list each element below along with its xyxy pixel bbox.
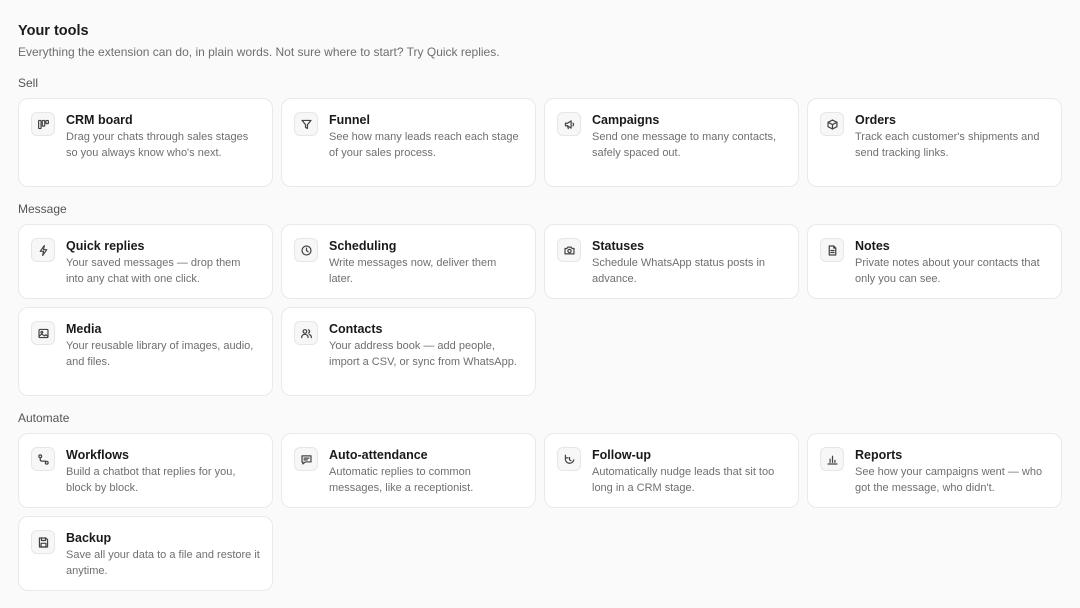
tool-card-campaigns[interactable]: Campaigns Send one message to many conta… [544,98,799,187]
tool-card-title: Campaigns [592,113,660,127]
tool-card-title: Follow-up [592,448,652,462]
tool-card-orders[interactable]: Orders Track each customer's shipments a… [807,98,1062,187]
tool-card-title: Notes [855,239,890,253]
kanban-icon [31,112,55,136]
tools-page: Your tools Everything the extension can … [0,0,1080,591]
lightning-icon [31,238,55,262]
tool-card-description: Build a chatbot that replies for you, bl… [66,466,236,494]
tool-card-description: Automatic replies to common messages, li… [329,466,474,494]
tool-card-title: Quick replies [66,239,145,253]
page-subtitle: Everything the extension can do, in plai… [18,45,500,59]
tool-card-scheduling[interactable]: Scheduling Write messages now, deliver t… [281,224,536,299]
tool-card-title: Contacts [329,322,383,336]
tool-card-description: Automatically nudge leads that sit too l… [592,466,775,494]
page-title: Your tools [18,23,89,39]
tool-card-title: CRM board [66,113,133,127]
message-grid: Quick replies Your saved messages — drop… [18,224,1062,396]
tool-card-description: Drag your chats through sales stages so … [66,131,249,159]
tool-card-description: Save all your data to a file and restore… [66,549,260,577]
tool-card-title: Funnel [329,113,370,127]
tool-card-description: Your reusable library of images, audio, … [66,340,254,368]
tool-card-description: See how many leads reach each stage of y… [329,131,519,159]
tool-card-funnel[interactable]: Funnel See how many leads reach each sta… [281,98,536,187]
tool-card-description: Track each customer's shipments and send… [855,131,1040,159]
section-label-sell: Sell [18,76,39,90]
funnel-icon [294,112,318,136]
sell-grid: CRM board Drag your chats through sales … [18,98,1062,187]
package-icon [820,112,844,136]
megaphone-icon [557,112,581,136]
tool-card-title: Media [66,322,102,336]
tool-card-backup[interactable]: Backup Save all your data to a file and … [18,516,273,591]
camera-icon [557,238,581,262]
tool-card-description: Write messages now, deliver them later. [329,257,497,285]
tool-card-workflows[interactable]: Workflows Build a chatbot that replies f… [18,433,273,508]
automate-grid: Workflows Build a chatbot that replies f… [18,433,1062,591]
tool-card-notes[interactable]: Notes Private notes about your contacts … [807,224,1062,299]
clock-icon [294,238,318,262]
tool-card-title: Auto-attendance [329,448,428,462]
tool-card-description: Send one message to many contacts, safel… [592,131,777,159]
chat-icon [294,447,318,471]
tool-card-contacts[interactable]: Contacts Your address book — add people,… [281,307,536,396]
tool-card-title: Reports [855,448,903,462]
image-icon [31,321,55,345]
tool-card-description: See how your campaigns went — who got th… [855,466,1043,494]
section-label-automate: Automate [18,411,70,425]
tool-card-description: Private notes about your contacts that o… [855,257,1040,285]
tool-card-title: Backup [66,531,112,545]
tool-card-title: Scheduling [329,239,397,253]
clock-rotate-icon [557,447,581,471]
tool-card-description: Your saved messages — drop them into any… [66,257,241,285]
tool-card-title: Workflows [66,448,129,462]
section-label-message: Message [18,202,67,216]
workflow-icon [31,447,55,471]
tool-card-crm-board[interactable]: CRM board Drag your chats through sales … [18,98,273,187]
tool-card-auto-attendance[interactable]: Auto-attendance Automatic replies to com… [281,433,536,508]
tool-card-follow-up[interactable]: Follow-up Automatically nudge leads that… [544,433,799,508]
tool-card-quick-replies[interactable]: Quick replies Your saved messages — drop… [18,224,273,299]
tool-card-reports[interactable]: Reports See how your campaigns went — wh… [807,433,1062,508]
tool-card-title: Statuses [592,239,645,253]
tool-card-description: Your address book — add people, import a… [329,340,517,368]
save-icon [31,530,55,554]
users-icon [294,321,318,345]
tool-card-media[interactable]: Media Your reusable library of images, a… [18,307,273,396]
document-icon [820,238,844,262]
tool-card-statuses[interactable]: Statuses Schedule WhatsApp status posts … [544,224,799,299]
tool-card-description: Schedule WhatsApp status posts in advanc… [592,257,766,285]
bar-chart-icon [820,447,844,471]
tool-card-title: Orders [855,113,896,127]
